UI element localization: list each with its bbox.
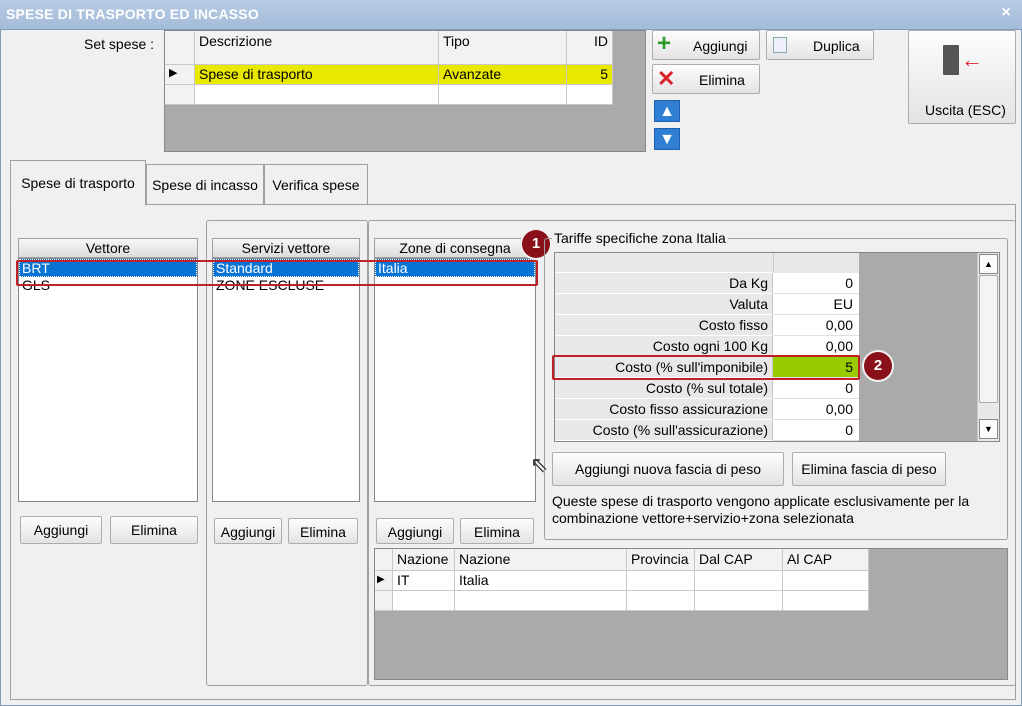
tab-spese-incasso[interactable]: Spese di incasso <box>146 164 264 204</box>
col-al-cap[interactable]: Al CAP <box>783 549 869 571</box>
delete-x-icon: ✕ <box>657 66 676 91</box>
zone-header: Zone di consegna <box>374 238 536 258</box>
vettore-list[interactable]: BRT GLS <box>18 258 198 502</box>
tariffe-row-value[interactable]: 0 <box>773 273 859 294</box>
tariffe-row-value[interactable]: 0,00 <box>773 399 859 420</box>
col-dal-cap[interactable]: Dal CAP <box>695 549 783 571</box>
aggiungi-fascia-button[interactable]: Aggiungi nuova fascia di peso <box>552 452 784 486</box>
aggiungi-label: Aggiungi <box>693 38 748 54</box>
scroll-down-icon[interactable]: ▼ <box>979 419 998 439</box>
move-up-arrow-icon[interactable]: ▲ <box>654 100 680 122</box>
set-spese-label: Set spese : <box>84 36 155 52</box>
tariffe-row-value[interactable]: EU <box>773 294 859 315</box>
tariffe-row-label: Costo fisso <box>555 315 773 336</box>
al-cap-cell[interactable] <box>783 571 869 591</box>
close-icon[interactable]: × <box>996 3 1016 23</box>
uscita-button[interactable]: ← Uscita (ESC) <box>908 30 1016 124</box>
col-nazione-code[interactable]: Nazione <box>393 549 455 571</box>
table-row-tipo[interactable]: Avanzate <box>439 65 567 85</box>
duplica-label: Duplica <box>813 38 860 54</box>
nazione-code-cell[interactable]: IT <box>393 571 455 591</box>
vettore-elimina-button[interactable]: Elimina <box>110 516 198 544</box>
tariffe-row-label: Costo (% sul totale) <box>555 378 773 399</box>
nazione-name-cell[interactable]: Italia <box>455 571 627 591</box>
row-indicator-icon: ▶ <box>165 65 195 85</box>
tariffe-property-grid[interactable]: Da Kg 0 Valuta EU Costo fisso 0,00 Costo ogni … <box>554 252 1000 442</box>
tariffe-row-label: Da Kg <box>555 273 773 294</box>
copy-icon <box>773 37 787 53</box>
tariffe-row-label: Costo (% sull'assicurazione) <box>555 420 773 441</box>
col-id[interactable]: ID <box>567 31 613 65</box>
servizi-list[interactable]: Standard ZONE ESCLUSE <box>212 258 360 502</box>
tab-spese-trasporto[interactable]: Spese di trasporto <box>10 160 146 206</box>
scroll-up-icon[interactable]: ▲ <box>979 254 998 274</box>
callout-badge-2: 2 <box>864 352 892 380</box>
nazioni-grid[interactable]: Nazione Nazione Provincia Dal CAP Al CAP… <box>374 548 1008 680</box>
vettore-aggiungi-button[interactable]: Aggiungi <box>20 516 102 544</box>
row-indicator-icon: ▶ <box>375 571 393 591</box>
callout-box-1 <box>16 260 538 286</box>
tariffe-row-value[interactable]: 0,00 <box>773 315 859 336</box>
servizi-elimina-button[interactable]: Elimina <box>288 518 358 544</box>
duplica-button[interactable]: Duplica <box>766 30 874 60</box>
tariffe-row-value[interactable]: 0,00 <box>773 336 859 357</box>
dal-cap-cell[interactable] <box>695 571 783 591</box>
set-spese-grid[interactable]: Descrizione Tipo ID ▶ Spese di trasporto… <box>164 30 646 152</box>
tariffe-row-label: Valuta <box>555 294 773 315</box>
table-row-id[interactable]: 5 <box>567 65 613 85</box>
col-nazione-name[interactable]: Nazione <box>455 549 627 571</box>
elimina-button[interactable]: ✕ Elimina <box>652 64 760 94</box>
servizi-header: Servizi vettore <box>212 238 360 258</box>
col-descrizione[interactable]: Descrizione <box>195 31 439 65</box>
zone-aggiungi-button[interactable]: Aggiungi <box>376 518 454 544</box>
tariffe-row-value[interactable]: 0 <box>773 420 859 441</box>
col-tipo[interactable]: Tipo <box>439 31 567 65</box>
tariffe-note: Queste spese di trasporto vengono applic… <box>552 493 970 526</box>
tariffe-row-value[interactable]: 0 <box>773 378 859 399</box>
col-provincia[interactable]: Provincia <box>627 549 695 571</box>
tariffe-row-label: Costo ogni 100 Kg <box>555 336 773 357</box>
title-bar: SPESE DI TRASPORTO ED INCASSO × <box>0 0 1022 30</box>
elimina-fascia-button[interactable]: Elimina fascia di peso <box>792 452 946 486</box>
table-row-descrizione[interactable]: Spese di trasporto <box>195 65 439 85</box>
tariffe-legend: Tariffe specifiche zona Italia <box>552 230 728 246</box>
tab-verifica-spese[interactable]: Verifica spese <box>264 164 368 204</box>
aggiungi-button[interactable]: + Aggiungi <box>652 30 760 60</box>
tariffe-row-label: Costo fisso assicurazione <box>555 399 773 420</box>
mouse-cursor-icon: ⇖ <box>530 452 549 477</box>
provincia-cell[interactable] <box>627 571 695 591</box>
scroll-thumb[interactable] <box>979 275 998 403</box>
exit-arrow-icon: ← <box>961 47 983 72</box>
callout-box-2 <box>552 355 860 380</box>
plus-icon: + <box>657 30 672 57</box>
window-title: SPESE DI TRASPORTO ED INCASSO <box>6 6 259 22</box>
zone-list[interactable]: Italia <box>374 258 536 502</box>
tariffe-scrollbar[interactable]: ▲ ▼ <box>977 253 999 441</box>
move-down-arrow-icon[interactable]: ▼ <box>654 128 680 150</box>
servizi-aggiungi-button[interactable]: Aggiungi <box>214 518 282 544</box>
elimina-label: Elimina <box>699 72 745 88</box>
uscita-label: Uscita (ESC) <box>925 102 1006 118</box>
vettore-header: Vettore <box>18 238 198 258</box>
zone-elimina-button[interactable]: Elimina <box>460 518 534 544</box>
exit-door-icon <box>943 45 959 75</box>
